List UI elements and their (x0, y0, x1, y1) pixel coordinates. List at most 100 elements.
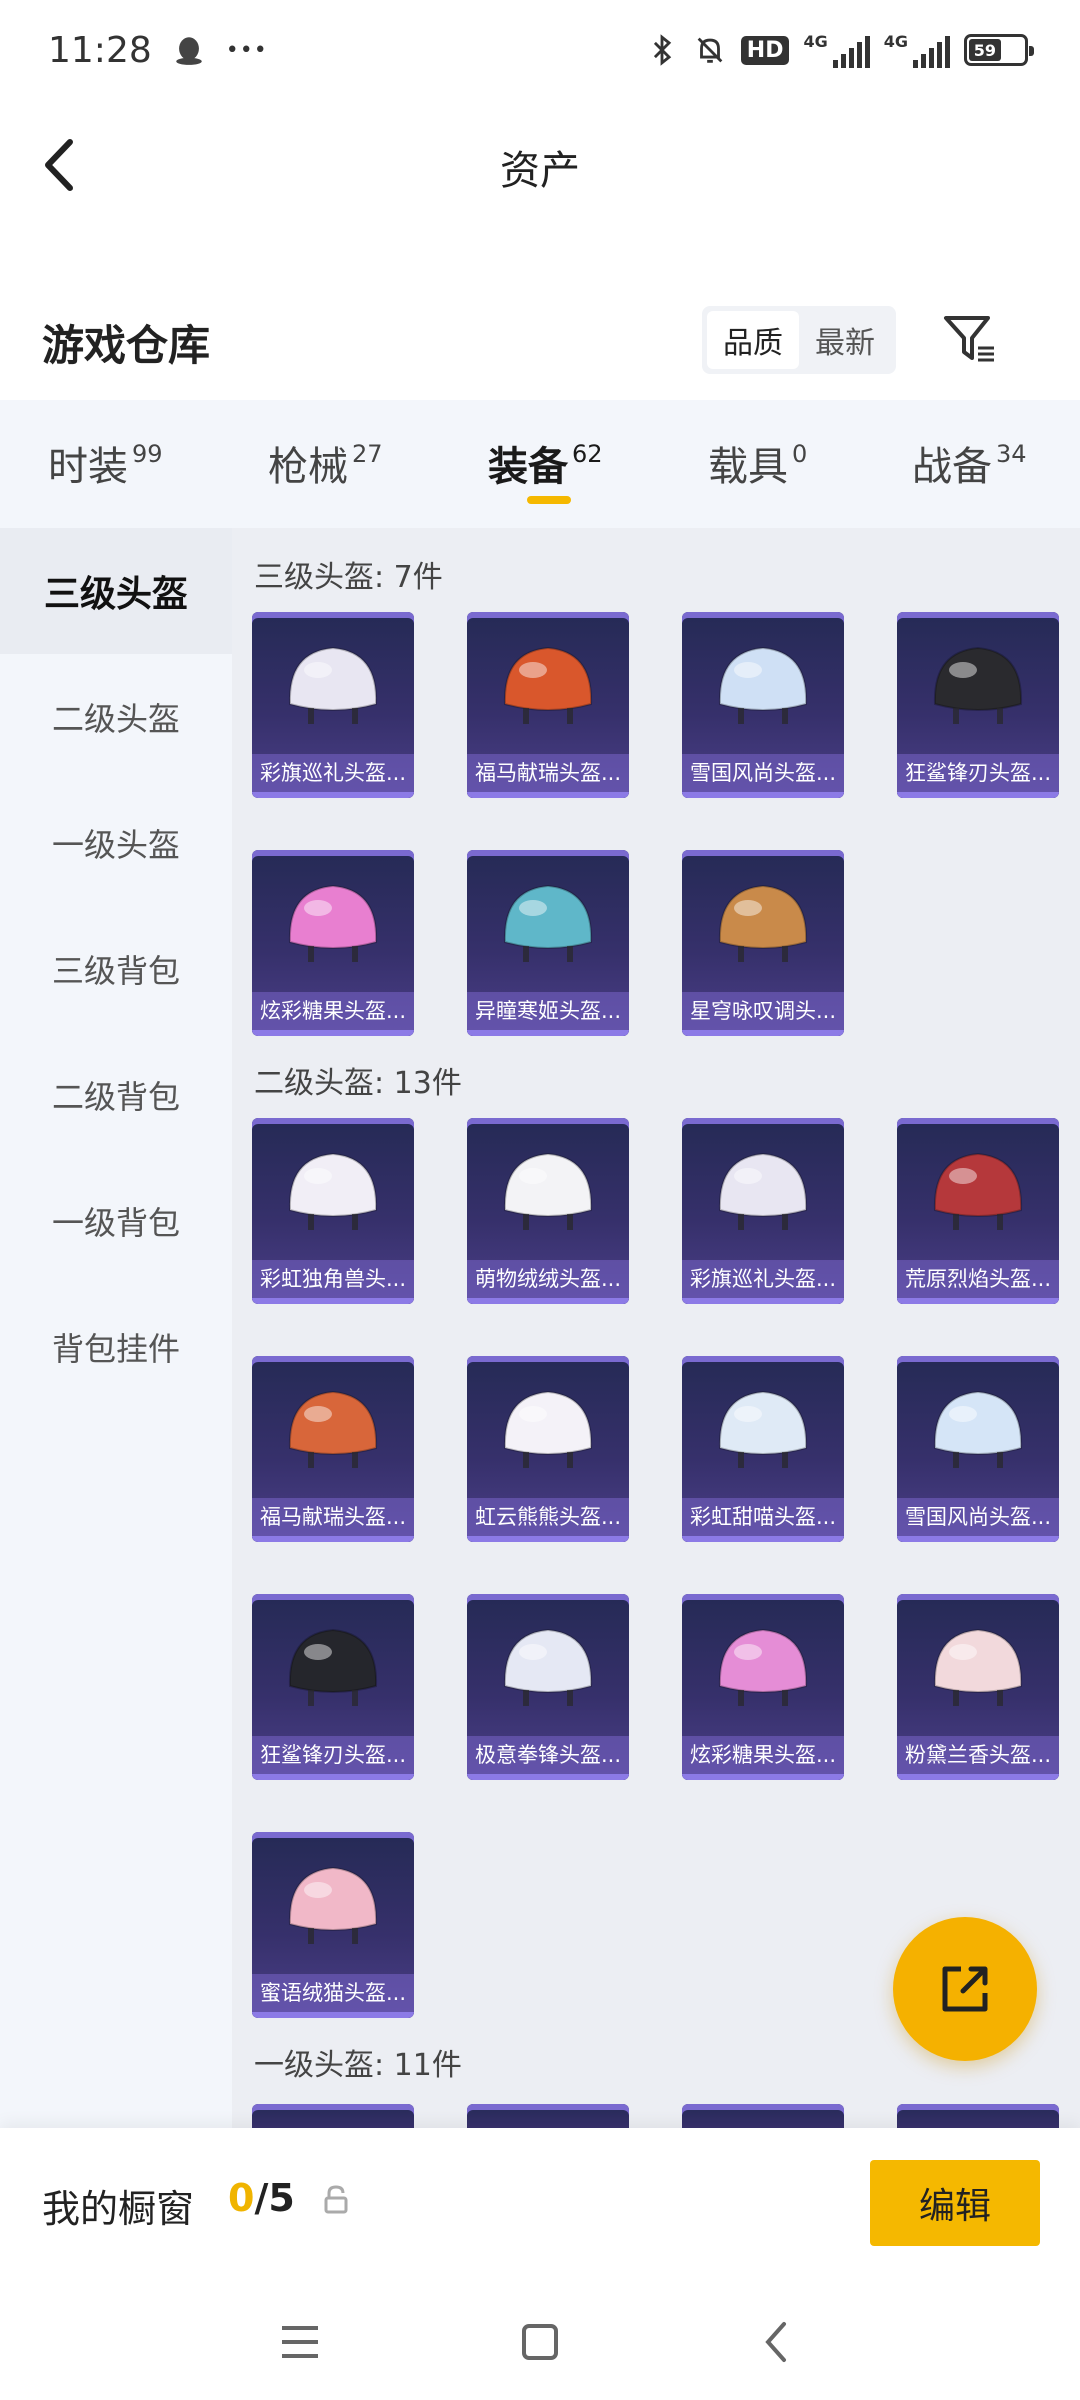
signal-4g-1-icon: 4G (803, 32, 870, 68)
helmet-icon (503, 1628, 593, 1706)
item-card[interactable]: 炫彩糖果头盔... (682, 1594, 844, 1780)
home-icon[interactable] (510, 2312, 570, 2372)
item-card[interactable]: 狂鲨锋刃头盔... (252, 1594, 414, 1780)
sidebar-item-level2-backpack[interactable]: 二级背包 (0, 1032, 232, 1158)
sidebar-item-level1-backpack[interactable]: 一级背包 (0, 1158, 232, 1284)
section-title-level3-helmet: 三级头盔: 7件 (254, 560, 443, 595)
item-card[interactable]: 福马献瑞头盔... (467, 612, 629, 798)
helmet-icon (718, 1152, 808, 1230)
item-card[interactable]: 极意拳锋头盔... (467, 1594, 629, 1780)
item-name: 雪国风尚头盔... (897, 1498, 1059, 1536)
tab-combat-gear[interactable]: 战备 34 (912, 434, 1027, 492)
item-card-partial[interactable] (897, 2104, 1059, 2128)
rarity-strip (467, 1298, 629, 1304)
share-button[interactable] (893, 1917, 1037, 2061)
rarity-strip (897, 1536, 1059, 1542)
menu-icon[interactable] (270, 2312, 330, 2372)
helmet-icon (503, 1390, 593, 1468)
sidebar-item-level3-helmet[interactable]: 三级头盔 (0, 528, 232, 654)
sidebar-item-backpack-charm[interactable]: 背包挂件 (0, 1284, 232, 1410)
battery-level: 59 (969, 39, 1001, 61)
item-card[interactable]: 粉黛兰香头盔... (897, 1594, 1059, 1780)
item-name: 虹云熊熊头盔... (467, 1498, 629, 1536)
rarity-strip (682, 792, 844, 798)
item-name: 极意拳锋头盔... (467, 1736, 629, 1774)
status-time: 11:28 (48, 29, 152, 71)
battery-icon: 59 (964, 34, 1034, 66)
item-name: 星穹咏叹调头... (682, 992, 844, 1030)
rarity-strip (682, 1298, 844, 1304)
item-card[interactable]: 异瞳寒姬头盔... (467, 850, 629, 1036)
item-card[interactable]: 彩旗巡礼头盔... (682, 1118, 844, 1304)
sort-quality-button[interactable]: 品质 (707, 311, 799, 369)
rarity-strip (252, 1030, 414, 1036)
helmet-icon (718, 1390, 808, 1468)
edit-button[interactable]: 编辑 (870, 2160, 1040, 2246)
item-card[interactable]: 炫彩糖果头盔... (252, 850, 414, 1036)
warehouse-header: 游戏仓库 品质 最新 (0, 290, 1080, 400)
more-notifications-icon: ••• (225, 37, 268, 63)
signal-4g-2-icon: 4G (884, 32, 950, 68)
sidebar-item-level1-helmet[interactable]: 一级头盔 (0, 780, 232, 906)
item-name: 狂鲨锋刃头盔... (252, 1736, 414, 1774)
item-card[interactable]: 蜜语绒猫头盔... (252, 1832, 414, 2018)
helmet-icon (718, 646, 808, 724)
item-name: 萌物绒绒头盔... (467, 1260, 629, 1298)
item-card[interactable]: 星穹咏叹调头... (682, 850, 844, 1036)
item-card-partial[interactable] (252, 2104, 414, 2128)
item-name: 异瞳寒姬头盔... (467, 992, 629, 1030)
rarity-strip (252, 1774, 414, 1780)
section-title-level2-helmet: 二级头盔: 13件 (254, 1066, 462, 1101)
item-card[interactable]: 彩虹独角兽头... (252, 1118, 414, 1304)
qq-icon (176, 37, 202, 65)
page-title: 资产 (500, 148, 580, 194)
system-nav-bar (0, 2278, 1080, 2400)
item-name: 狂鲨锋刃头盔... (897, 754, 1059, 792)
hd-voice-badge: HD (740, 35, 790, 65)
showcase-count: 0/5 (228, 2176, 295, 2220)
item-name: 炫彩糖果头盔... (252, 992, 414, 1030)
tab-fashion[interactable]: 时装 99 (48, 434, 163, 492)
item-card[interactable]: 狂鲨锋刃头盔... (897, 612, 1059, 798)
helmet-icon (503, 884, 593, 962)
sidebar-item-level3-backpack[interactable]: 三级背包 (0, 906, 232, 1032)
rarity-strip (252, 1536, 414, 1542)
item-card[interactable]: 福马献瑞头盔... (252, 1356, 414, 1542)
active-tab-indicator (527, 496, 571, 504)
rarity-strip (897, 1298, 1059, 1304)
item-card[interactable]: 荒原烈焰头盔... (897, 1118, 1059, 1304)
sidebar-item-level2-helmet[interactable]: 二级头盔 (0, 654, 232, 780)
section-title-level1-helmet: 一级头盔: 11件 (254, 2048, 462, 2083)
filter-icon[interactable] (940, 310, 1000, 370)
item-name: 彩旗巡礼头盔... (682, 1260, 844, 1298)
item-card[interactable]: 虹云熊熊头盔... (467, 1356, 629, 1542)
helmet-icon (288, 646, 378, 724)
status-bar: 11:28 ••• HD 4G 4G 59 (0, 0, 1080, 100)
share-icon (942, 1966, 988, 2012)
rarity-strip (467, 792, 629, 798)
helmet-icon (288, 1866, 378, 1944)
tab-equipment[interactable]: 装备 62 (488, 434, 603, 492)
tab-vehicles[interactable]: 载具 0 (708, 434, 807, 492)
item-name: 雪国风尚头盔... (682, 754, 844, 792)
helmet-icon (933, 646, 1023, 724)
item-card-partial[interactable] (467, 2104, 629, 2128)
item-card[interactable]: 萌物绒绒头盔... (467, 1118, 629, 1304)
item-card[interactable]: 彩旗巡礼头盔... (252, 612, 414, 798)
back-icon[interactable] (748, 2312, 808, 2372)
item-name: 彩虹独角兽头... (252, 1260, 414, 1298)
rarity-strip (897, 792, 1059, 798)
helmet-icon (288, 884, 378, 962)
item-card[interactable]: 雪国风尚头盔... (682, 612, 844, 798)
rarity-strip (252, 2012, 414, 2018)
tab-guns[interactable]: 枪械 27 (268, 434, 383, 492)
sort-newest-button[interactable]: 最新 (799, 311, 891, 369)
helmet-icon (933, 1390, 1023, 1468)
helmet-icon (503, 1152, 593, 1230)
item-card-partial[interactable] (682, 2104, 844, 2128)
rarity-strip (682, 1774, 844, 1780)
item-name: 荒原烈焰头盔... (897, 1260, 1059, 1298)
item-card[interactable]: 雪国风尚头盔... (897, 1356, 1059, 1542)
item-card[interactable]: 彩虹甜喵头盔... (682, 1356, 844, 1542)
helmet-icon (718, 1628, 808, 1706)
